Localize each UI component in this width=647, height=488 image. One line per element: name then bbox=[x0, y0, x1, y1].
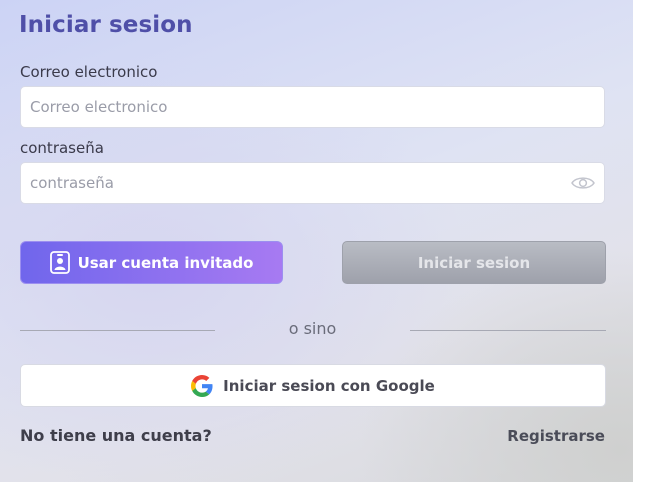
register-link[interactable]: Registrarse bbox=[470, 427, 605, 445]
password-label: contraseña bbox=[20, 139, 104, 157]
divider-right bbox=[410, 330, 606, 331]
divider-text: o sino bbox=[288, 319, 337, 338]
guest-account-button[interactable]: Usar cuenta invitado bbox=[20, 241, 283, 284]
google-button-label: Iniciar sesion con Google bbox=[223, 376, 435, 395]
email-field[interactable] bbox=[20, 86, 605, 128]
eye-icon[interactable] bbox=[571, 175, 595, 191]
password-field[interactable] bbox=[20, 162, 605, 204]
badge-icon bbox=[49, 251, 70, 274]
google-login-button[interactable]: Iniciar sesion con Google bbox=[20, 364, 606, 407]
login-button[interactable]: Iniciar sesion bbox=[342, 241, 606, 284]
no-account-text: No tiene una cuenta? bbox=[20, 426, 212, 445]
page-title: Iniciar sesion bbox=[19, 12, 193, 38]
guest-button-label: Usar cuenta invitado bbox=[77, 253, 254, 272]
google-icon bbox=[191, 374, 213, 397]
email-label: Correo electronico bbox=[20, 63, 158, 81]
divider-left bbox=[20, 330, 215, 331]
login-button-label: Iniciar sesion bbox=[417, 253, 531, 272]
